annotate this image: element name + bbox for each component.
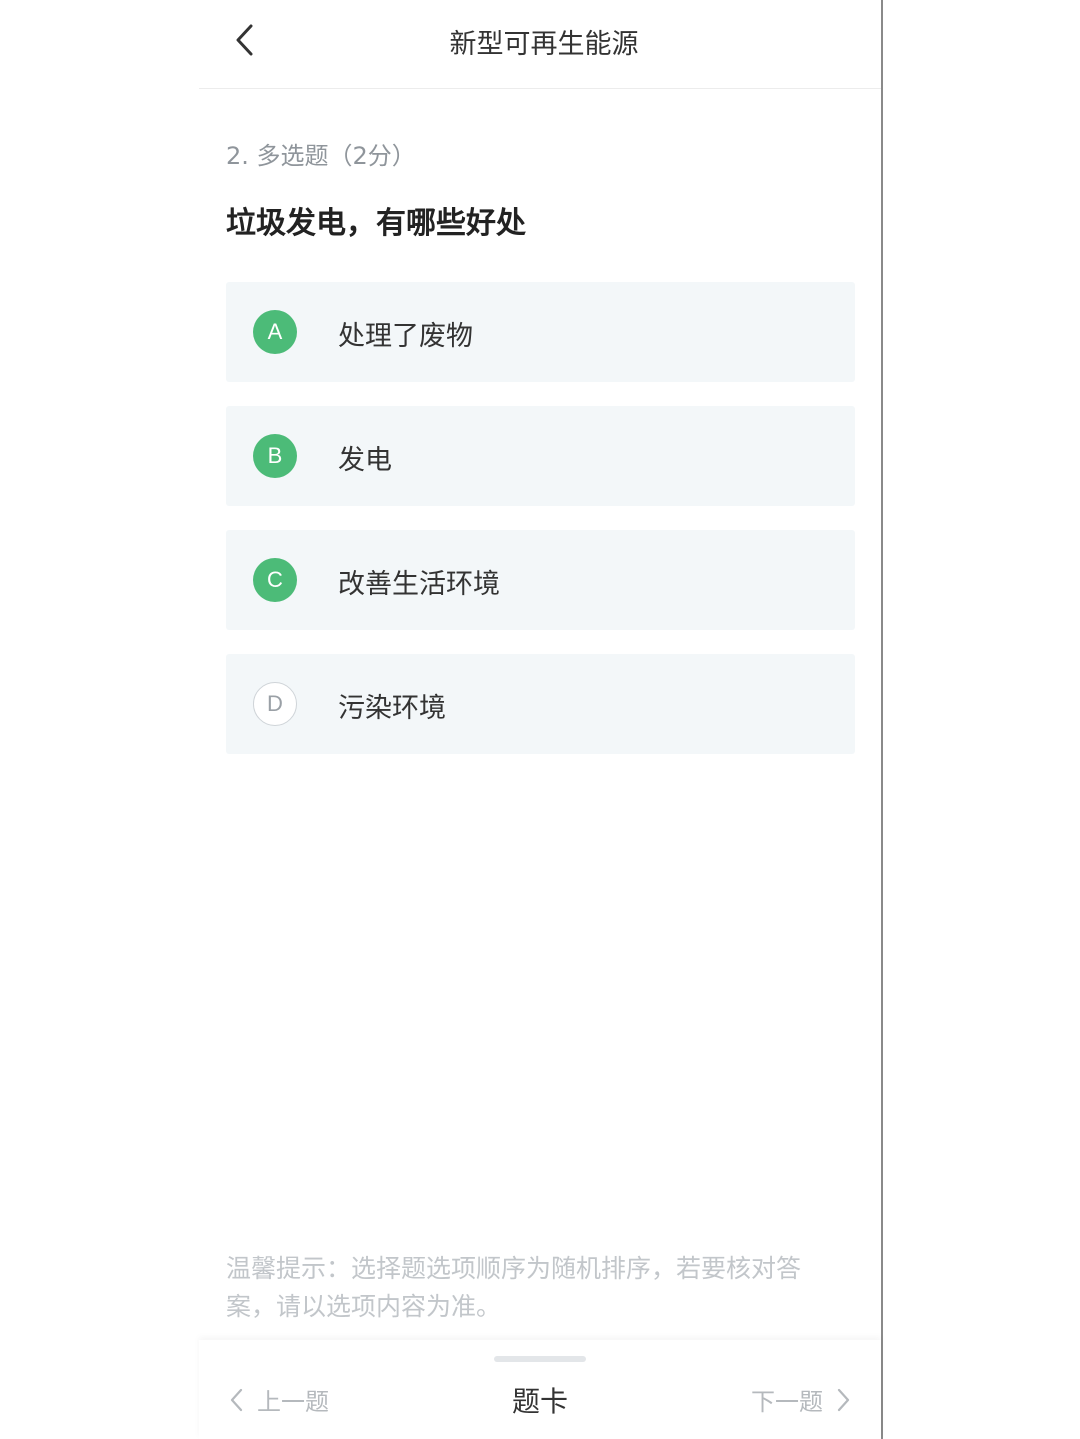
option-d[interactable]: D 污染环境 [226,654,855,754]
page-title: 新型可再生能源 [449,29,639,60]
option-b-marker: B [253,434,297,478]
question-type-label: 2. 多选题（2分） [226,142,416,170]
option-b[interactable]: B 发电 [226,406,855,506]
quiz-screen: 新型可再生能源 2. 多选题（2分） 垃圾发电，有哪些好处 A 处理了废物 B … [199,0,883,1439]
top-bar: 新型可再生能源 [199,0,881,89]
next-question-button[interactable]: 下一题 [751,1382,851,1417]
option-c-text: 改善生活环境 [338,569,500,600]
drag-handle[interactable] [494,1356,586,1362]
question-text: 垃圾发电，有哪些好处 [226,206,526,241]
option-d-text: 污染环境 [338,693,446,724]
chevron-right-icon [837,1388,850,1411]
option-a-marker: A [253,310,297,354]
option-d-marker: D [253,682,297,726]
tip-text: 温馨提示：选择题选项顺序为随机排序，若要核对答案，请以选项内容为准。 [226,1254,802,1321]
option-b-text: 发电 [338,445,392,476]
option-a-text: 处理了废物 [338,321,473,352]
next-question-label: 下一题 [751,1388,823,1416]
option-a[interactable]: A 处理了废物 [226,282,855,382]
answer-card-label: 题卡 [511,1385,568,1418]
option-c[interactable]: C 改善生活环境 [226,530,855,630]
option-c-marker: C [253,558,297,602]
bottom-bar: 上一题 题卡 下一题 [199,1340,881,1439]
